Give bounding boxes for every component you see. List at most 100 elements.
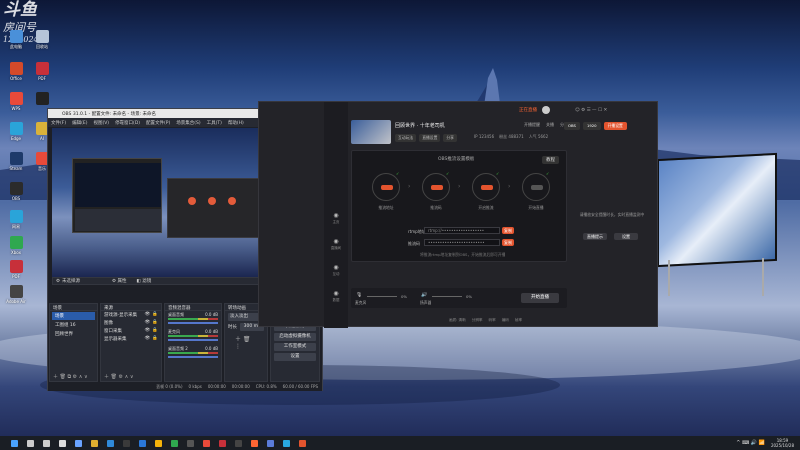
settings-badge[interactable]: 1920 [582,122,601,130]
taskbar-app-icon[interactable] [42,439,50,447]
lock-icon[interactable]: 🔒 [152,320,158,326]
tray-icons[interactable]: ^ ⌨ 🔊 📶 [736,440,765,446]
taskbar-app-icon[interactable] [234,439,242,447]
scene-item[interactable]: 回顾世界 [52,330,95,338]
start-live-button[interactable]: 开始直播 [521,293,559,303]
desktop-icon[interactable]: Edge [4,122,28,148]
quality-option[interactable]: 编码 [502,318,509,323]
window-controls[interactable]: ☺ ⚙ ☰ — ☐ ✕ [575,108,607,113]
properties-button[interactable]: ⚙ 属性 [112,278,126,284]
desktop-icon[interactable]: 网易 [4,210,28,236]
right-settings-button[interactable]: 设置 [614,233,638,240]
desktop-icon[interactable]: OBS [4,182,28,208]
stream-thumbnail[interactable] [351,120,391,144]
taskbar-app-icon[interactable] [282,439,290,447]
volume-slider[interactable] [168,356,218,358]
control-button[interactable]: 启动虚拟摄像机 [274,333,316,341]
source-item[interactable]: 游戏源-显示采集 👁 🔒 [101,311,161,319]
menu-item[interactable]: 帮助(H) [228,120,244,126]
taskbar-app-icon[interactable] [250,439,258,447]
taskbar-app-icon[interactable] [266,439,274,447]
nav-item[interactable]: ◉ 数据 [327,290,345,302]
gear-icon[interactable]: ⚙ [56,279,60,284]
tips-button[interactable]: 直播提示 [583,233,607,240]
quality-option[interactable]: 画质: 清晰 [449,318,466,323]
control-button[interactable]: 工作室模式 [274,343,316,351]
stream-tag[interactable]: 分享 [443,134,457,142]
menu-item[interactable]: 场景集合(S) [176,120,200,126]
menu-item[interactable]: 文件(F) [51,120,66,126]
speaker-icon[interactable]: 🔊 [421,292,427,298]
avatar[interactable] [542,106,550,114]
menu-item[interactable]: 编辑(E) [72,120,87,126]
transition-add-icon[interactable]: ＋ 🗑 ⋮ [225,331,267,353]
eye-icon[interactable]: 👁 [145,312,151,318]
eye-icon[interactable]: 👁 [145,320,151,326]
filters-button[interactable]: ◧ 滤镜 [137,278,152,284]
nav-item[interactable]: ◉ 互动 [327,264,345,276]
nav-item[interactable]: ◉ 主页 [327,212,345,224]
taskbar-app-icon[interactable] [106,439,114,447]
clock[interactable]: 18:59 2025/10/28 [771,438,794,448]
scene-item[interactable]: 场景 [52,312,95,320]
taskbar-app-icon[interactable] [186,439,194,447]
desktop-icon[interactable]: WPS [4,92,28,118]
header-link[interactable]: 关播 [546,122,554,128]
source-item[interactable]: 窗口采集 👁 🔒 [101,327,161,335]
lock-icon[interactable]: 🔒 [152,328,158,334]
lock-icon[interactable]: 🔒 [152,312,158,318]
taskbar-app-icon[interactable] [90,439,98,447]
desktop-icon[interactable]: Steam [4,152,28,178]
taskbar-app-icon[interactable] [74,439,82,447]
menu-item[interactable]: 工具(T) [207,120,222,126]
desktop-icon[interactable]: 回收站 [30,30,54,56]
taskbar-app-icon[interactable] [298,439,306,447]
search-icon[interactable] [26,439,34,447]
nav-item[interactable]: ◉ 直播间 [327,238,345,250]
desktop-icon[interactable]: PDF [30,62,54,88]
taskbar-app-icon[interactable] [154,439,162,447]
menu-item[interactable]: 配置文件(P) [146,120,170,126]
desktop-icon[interactable]: Xbox [4,236,28,262]
scene-add-icon[interactable]: ＋ 🗑 ⧉ ⚙ ∧ ∨ [53,373,88,380]
copy-rtmp-button[interactable]: 复制 [502,227,514,234]
taskbar-app-icon[interactable] [202,439,210,447]
taskbar-app-icon[interactable] [218,439,226,447]
live-badge[interactable]: 正在直播 [519,107,537,113]
menu-item[interactable]: 停靠窗口(D) [115,120,140,126]
scene-item[interactable]: 工图组 16 [52,321,95,329]
copy-code-button[interactable]: 复制 [502,239,514,246]
desktop-icon[interactable]: Office [4,62,28,88]
quality-option[interactable]: 分辨率 [472,318,483,323]
settings-badge[interactable]: 开播设置 [603,122,627,130]
lock-icon[interactable]: 🔒 [152,336,158,342]
volume-slider[interactable] [168,322,218,324]
quality-option[interactable]: 帧率 [515,318,522,323]
stream-tag[interactable]: 互动玩法 [395,134,417,142]
source-item[interactable]: 图像 👁 🔒 [101,319,161,327]
eye-icon[interactable]: 👁 [145,336,151,342]
speaker-slider[interactable] [432,296,462,297]
quality-option[interactable]: 码率 [489,318,496,323]
mic-slider[interactable] [367,296,397,297]
source-add-icon[interactable]: ＋ 🗑 ⚙ ∧ ∨ [104,373,134,380]
rtmp-field[interactable]: rtmp://•••••••••••••••••• [424,227,500,234]
mic-icon[interactable]: 🎙 [356,292,362,298]
start-icon[interactable] [10,439,18,447]
settings-badge[interactable]: OBS [564,122,580,130]
menu-item[interactable]: 视图(V) [93,120,109,126]
eye-icon[interactable]: 👁 [145,328,151,334]
stream-tag[interactable]: 直播设置 [419,134,441,142]
desktop-icon[interactable]: PDF [4,260,28,286]
header-link[interactable]: 开播提醒 [524,122,540,128]
volume-slider[interactable] [168,339,218,341]
desktop-icon[interactable]: Adobe Air [4,285,28,311]
taskbar-app-icon[interactable] [138,439,146,447]
desktop-icon[interactable]: 此电脑 [4,30,28,56]
taskbar-app-icon[interactable] [122,439,130,447]
help-button[interactable]: 教程 [542,156,559,164]
taskbar-app-icon[interactable] [170,439,178,447]
code-field[interactable]: •••••••••••••••••••••••• [424,239,500,246]
taskbar-app-icon[interactable] [58,439,66,447]
source-item[interactable]: 显示器采集 👁 🔒 [101,335,161,343]
